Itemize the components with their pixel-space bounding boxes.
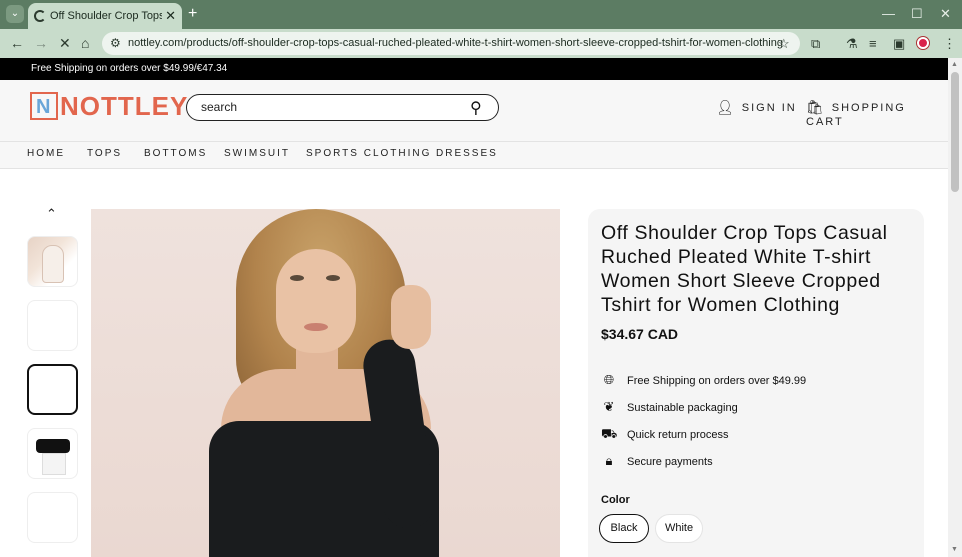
feature-text: Secure payments [627, 456, 713, 468]
maximize-icon[interactable]: ☐ [911, 6, 923, 22]
bookmark-star-icon[interactable]: ☆ [778, 36, 790, 52]
user-icon: 👤︎ [716, 99, 736, 115]
logo-text[interactable]: NOTTLEY [60, 91, 188, 122]
model-face [276, 249, 356, 353]
model-hand [391, 285, 431, 349]
sign-in-link[interactable]: 👤︎ SIGN IN [716, 99, 797, 116]
main-navigation: HOME TOPS BOTTOMS SWIMSUIT SPORTS CLOTHI… [0, 141, 948, 169]
window-close-icon[interactable]: ✕ [940, 6, 951, 22]
tab-search-icon[interactable]: ⌄ [6, 5, 24, 23]
loading-spinner-icon [34, 10, 46, 22]
feature-text: Sustainable packaging [627, 402, 738, 414]
feature-text: Quick return process [627, 429, 729, 441]
site-info-icon[interactable]: ⚙ [110, 36, 121, 50]
globe-icon: 🌐︎ [603, 372, 615, 387]
search-icon[interactable]: ⚲ [470, 98, 482, 118]
address-bar[interactable]: ⚙ nottley.com/products/off-shoulder-crop… [102, 32, 800, 55]
scroll-up-arrow-icon[interactable]: ▲ [951, 61, 958, 68]
nav-dresses[interactable]: DRESSES [436, 148, 498, 159]
labs-icon[interactable]: ⚗ [846, 36, 858, 52]
product-price: $34.67 CAD [601, 326, 679, 342]
color-label: Color [601, 494, 630, 506]
profile-avatar-icon[interactable] [917, 37, 929, 49]
product-thumbnail[interactable] [27, 236, 78, 287]
extensions-icon[interactable]: ⧉ [811, 36, 820, 52]
sign-in-label: SIGN IN [741, 102, 797, 114]
nav-swimsuit[interactable]: SWIMSUIT [224, 148, 290, 159]
tab-title: Off Shoulder Crop Tops Casual [50, 10, 162, 22]
nav-home[interactable]: HOME [27, 148, 65, 159]
feature-quick-return: ⛟ Quick return process [601, 426, 728, 444]
model-eye [290, 275, 304, 281]
logo-mark[interactable]: N [30, 92, 58, 120]
site-header: N NOTTLEY ⚲ 👤︎ SIGN IN 🛍︎SHOPPING CART [0, 80, 948, 141]
color-option-black[interactable]: Black [599, 514, 649, 543]
page-scrollbar[interactable]: ▲ ▼ [948, 58, 962, 557]
nav-tops[interactable]: TOPS [87, 148, 122, 159]
new-tab-icon[interactable]: + [188, 5, 197, 23]
web-page: Free Shipping on orders over $49.99/€47.… [0, 58, 948, 557]
product-thumbnail-selected[interactable] [27, 364, 78, 415]
stop-loading-icon[interactable]: ✕ [59, 35, 71, 52]
search-box[interactable]: ⚲ [186, 94, 499, 121]
product-info-panel: Off Shoulder Crop Tops Casual Ruched Ple… [588, 209, 924, 557]
side-panel-icon[interactable]: ▣ [893, 36, 905, 52]
logo-letter: N [36, 96, 51, 118]
shopping-cart-link[interactable]: 🛍︎ SHOPPING CART [806, 99, 948, 128]
back-icon[interactable]: ← [10, 35, 24, 51]
browser-tab-bar: ⌄ Off Shoulder Crop Tops Casual ✕ + — ☐ … [0, 0, 962, 29]
reading-list-icon[interactable]: ≡ [869, 36, 877, 51]
scroll-thumb[interactable] [951, 72, 959, 192]
feature-secure-payments: 🔒︎ Secure payments [601, 453, 713, 469]
leaf-icon: ❦ [603, 399, 615, 414]
forward-icon[interactable]: → [34, 35, 48, 51]
url-text[interactable]: nottley.com/products/off-shoulder-crop-t… [128, 37, 783, 49]
feature-text: Free Shipping on orders over $49.99 [627, 375, 807, 387]
shopping-bag-icon: 🛍︎ [806, 99, 826, 115]
color-option-white[interactable]: White [655, 514, 703, 543]
nav-bottoms[interactable]: BOTTOMS [144, 148, 207, 159]
menu-kebab-icon[interactable]: ⋮ [943, 36, 956, 52]
product-thumbnail[interactable] [27, 300, 78, 351]
browser-toolbar: ← → ✕ ⌂ ⚙ nottley.com/products/off-shoul… [0, 29, 962, 58]
scroll-down-arrow-icon[interactable]: ▼ [951, 546, 958, 553]
feature-free-shipping: 🌐︎ Free Shipping on orders over $49.99 [601, 372, 806, 388]
tab-close-icon[interactable]: ✕ [165, 8, 176, 24]
minimize-icon[interactable]: — [882, 6, 895, 21]
browser-tab[interactable]: Off Shoulder Crop Tops Casual ✕ [28, 3, 182, 29]
lock-icon: 🔒︎ [605, 453, 613, 468]
thumbnail-scroll-up-icon[interactable]: ⌃ [46, 206, 57, 222]
feature-sustainable-packaging: ❦ Sustainable packaging [601, 399, 738, 415]
model-eye [326, 275, 340, 281]
home-icon[interactable]: ⌂ [81, 35, 89, 51]
model-lips [304, 323, 328, 331]
product-title: Off Shoulder Crop Tops Casual Ruched Ple… [601, 222, 888, 316]
product-thumbnail[interactable] [27, 428, 78, 479]
product-thumbnail[interactable] [27, 492, 78, 543]
nav-sports-clothing[interactable]: SPORTS CLOTHING [306, 148, 431, 159]
search-input[interactable] [201, 100, 461, 114]
promo-bar: Free Shipping on orders over $49.99/€47.… [0, 58, 948, 80]
product-main-image[interactable] [91, 209, 560, 557]
truck-icon: ⛟ [601, 426, 618, 441]
